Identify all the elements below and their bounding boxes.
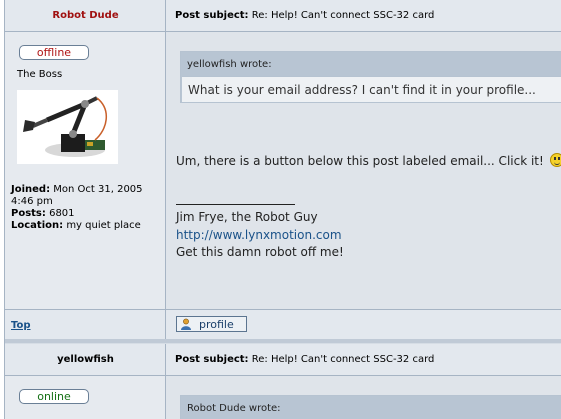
post-header: Robot Dude Post subject: Re: Help! Can't…	[5, 0, 561, 32]
posts-value: 6801	[49, 208, 75, 219]
avatar	[17, 90, 118, 164]
robot-arm-avatar-icon	[17, 90, 118, 164]
post-content: yellowfish wrote: What is your email add…	[167, 32, 561, 309]
location-label: Location:	[11, 220, 64, 231]
subject-label-2: Post subject:	[175, 354, 249, 365]
subject-text: Re: Help! Can't connect SSC-32 card	[251, 10, 435, 21]
top-link[interactable]: Top	[11, 320, 31, 331]
signature-name: Jim Frye, the Robot Guy	[176, 210, 318, 224]
author-cell-2: yellowfish	[5, 344, 166, 375]
post-body-2: online Robot Dude wrote:	[5, 376, 561, 419]
joined-value: Mon Oct 31, 2005	[53, 184, 143, 195]
post-message: Um, there is a button below this post la…	[176, 153, 561, 171]
forum-thread: Robot Dude Post subject: Re: Help! Can't…	[4, 0, 561, 419]
quote-author: yellowfish wrote:	[187, 59, 272, 70]
footer-left: Top	[5, 310, 166, 339]
author-details: Joined: Mon Oct 31, 2005 4:46 pm Posts: …	[11, 184, 143, 232]
profile-button-label: profile	[199, 318, 234, 331]
quote-text: What is your email address? I can't find…	[182, 76, 561, 102]
location-value: my quiet place	[66, 220, 141, 231]
online-status-badge: online	[19, 389, 89, 404]
author-cell: Robot Dude	[5, 0, 166, 31]
joined-line: Joined: Mon Oct 31, 2005	[11, 184, 143, 196]
signature-tagline: Get this damn robot off me!	[176, 245, 344, 259]
post-body: offline The Boss Joined: Mon Oct 31, 200…	[5, 32, 561, 309]
smiley-icon	[549, 153, 561, 167]
post-header-2: yellowfish Post subject: Re: Help! Can't…	[5, 344, 561, 376]
posts-line: Posts: 6801	[11, 208, 143, 220]
post-author[interactable]: Robot Dude	[5, 10, 166, 21]
post-content-2: Robot Dude wrote:	[167, 376, 561, 419]
signature: Jim Frye, the Robot Guy http://www.lynxm…	[176, 209, 344, 262]
quote-block: yellowfish wrote: What is your email add…	[180, 51, 561, 103]
subject-text-2: Re: Help! Can't connect SSC-32 card	[251, 354, 435, 365]
post-author-2[interactable]: yellowfish	[5, 354, 166, 365]
subject-label: Post subject:	[175, 10, 249, 21]
quote-block-2: Robot Dude wrote:	[180, 395, 561, 419]
user-rank: The Boss	[17, 69, 63, 80]
signature-divider	[176, 204, 295, 205]
posts-label: Posts:	[11, 208, 46, 219]
profile-button[interactable]: profile	[176, 316, 247, 332]
joined-time: 4:46 pm	[11, 196, 53, 207]
profile-icon	[181, 318, 191, 330]
subject-cell: Post subject: Re: Help! Can't connect SS…	[167, 0, 561, 31]
location-line: Location: my quiet place	[11, 220, 143, 232]
post-footer: Top profile	[5, 309, 561, 343]
author-profile-2: online	[5, 376, 166, 419]
post-subject-2: Post subject: Re: Help! Can't connect SS…	[175, 354, 434, 365]
quote-author-2: Robot Dude wrote:	[187, 403, 281, 414]
offline-status-badge: offline	[19, 45, 89, 60]
subject-cell-2: Post subject: Re: Help! Can't connect SS…	[167, 344, 561, 375]
message-text: Um, there is a button below this post la…	[176, 154, 544, 168]
signature-link[interactable]: http://www.lynxmotion.com	[176, 228, 342, 242]
post-subject: Post subject: Re: Help! Can't connect SS…	[175, 10, 434, 21]
author-profile: offline The Boss Joined: Mon Oct 31, 200…	[5, 32, 166, 309]
footer-right: profile	[167, 310, 561, 339]
joined-label: Joined:	[11, 184, 51, 195]
